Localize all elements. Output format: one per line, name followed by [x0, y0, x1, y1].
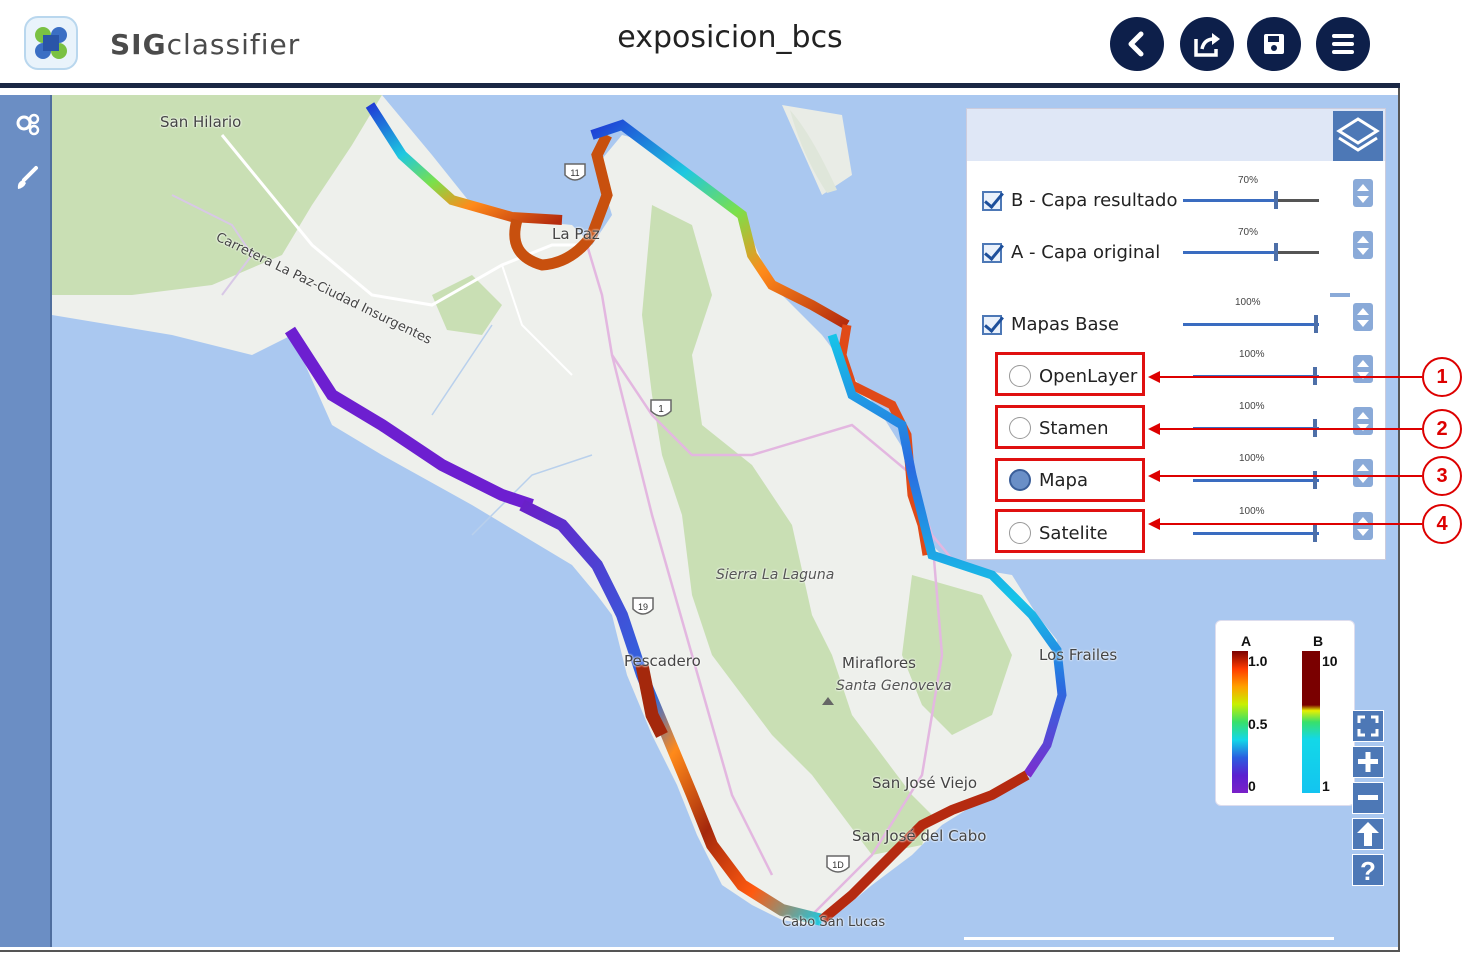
menu-button[interactable]	[1316, 17, 1370, 71]
help-button[interactable]: ?	[1352, 854, 1384, 886]
layer-a-opacity-pct: 70%	[1238, 227, 1259, 238]
highway-shield-icon: 11	[564, 163, 586, 181]
layers-toggle-button[interactable]	[1333, 111, 1383, 161]
zoom-in-icon	[1358, 752, 1378, 772]
layer-b-checkbox[interactable]	[982, 191, 1002, 211]
left-toolbar	[0, 95, 52, 947]
legend-a-title: A	[1241, 633, 1252, 649]
map-label-miraflores: Miraflores	[842, 654, 916, 672]
layer-a-opacity-thumb[interactable]	[1274, 243, 1278, 261]
zoom-out-icon	[1358, 795, 1378, 800]
color-legend: A B 1.0 0.5 0 10 1	[1215, 620, 1355, 806]
map-label-san-jose-del-cabo: San José del Cabo	[852, 827, 987, 845]
highway-shield-icon: 1	[650, 399, 672, 417]
north-button[interactable]	[1352, 818, 1384, 850]
base-maps-reorder-button[interactable]	[1353, 303, 1373, 331]
base-maps-checkbox[interactable]	[982, 315, 1002, 335]
base-maps-label: Mapas Base	[1011, 314, 1119, 335]
layer-b-opacity-track[interactable]	[1183, 199, 1319, 202]
legend-a-min: 0	[1248, 778, 1256, 794]
zoom-in-button[interactable]	[1352, 746, 1384, 778]
callout-arrows	[1148, 371, 1422, 530]
layers-icon	[1336, 117, 1380, 152]
layer-b-label: B - Capa resultado	[1011, 190, 1178, 211]
scroll-bar[interactable]	[964, 937, 1334, 940]
fullscreen-icon	[1357, 715, 1379, 737]
base-maps-opacity-track[interactable]	[1183, 323, 1319, 326]
highway-label-1: 1	[658, 404, 664, 415]
callout-box-openlayer	[995, 352, 1145, 396]
layer-b-opacity-thumb[interactable]	[1274, 191, 1278, 209]
brush-icon[interactable]	[14, 165, 40, 191]
north-arrow-icon	[1357, 822, 1379, 846]
back-icon	[1128, 31, 1144, 57]
app-logo	[24, 16, 78, 70]
map-label-san-hilario: San Hilario	[160, 113, 242, 131]
map-label-los-frailes: Los Frailes	[1039, 646, 1118, 664]
layer-a-opacity-track[interactable]	[1183, 251, 1319, 254]
callout-number-4: 4	[1422, 504, 1462, 544]
base-maps-opacity-thumb[interactable]	[1314, 315, 1318, 333]
legend-b-title: B	[1313, 633, 1324, 649]
svg-text:?: ?	[1360, 856, 1376, 885]
legend-a-bar	[1232, 651, 1248, 793]
map-label-cabo: Cabo San Lucas	[782, 915, 886, 930]
map-label-san-jose-viejo: San José Viejo	[872, 774, 978, 792]
save-icon	[1264, 34, 1284, 54]
layer-a-label: A - Capa original	[1011, 242, 1161, 263]
highway-label-11: 11	[570, 168, 579, 178]
layer-b-reorder-button[interactable]	[1353, 179, 1373, 207]
callout-box-satelite	[995, 509, 1145, 553]
highway-label-1d: 1D	[832, 860, 844, 870]
map-label-pescadero: Pescadero	[624, 652, 701, 670]
page-title: exposicion_bcs	[617, 20, 843, 55]
gears-icon[interactable]	[14, 111, 40, 137]
callout-number-3: 3	[1422, 456, 1462, 496]
peak-icon	[822, 697, 834, 705]
layer-b-opacity-pct: 70%	[1238, 175, 1259, 186]
highway-shield-icon: 1D	[826, 855, 850, 873]
legend-b-bar	[1302, 651, 1320, 793]
fullscreen-button[interactable]	[1352, 710, 1384, 742]
help-icon: ?	[1360, 856, 1376, 886]
zoom-out-button[interactable]	[1352, 782, 1384, 814]
layer-a-checkbox[interactable]	[982, 243, 1002, 263]
callout-box-mapa	[995, 458, 1145, 502]
highway-shield-icon: 19	[632, 597, 654, 615]
brand-name: SIGclassifier	[110, 28, 301, 61]
layer-a-reorder-button[interactable]	[1353, 231, 1373, 259]
layers-panel-header	[967, 109, 1385, 161]
save-button[interactable]	[1247, 17, 1301, 71]
layer-row-base: Mapas Base 100%	[967, 293, 1385, 345]
highway-label-19: 19	[638, 602, 648, 612]
header-bar: SIGclassifier exposicion_bcs	[0, 0, 1400, 88]
layer-row-b: B - Capa resultado 70%	[967, 175, 1385, 221]
export-button[interactable]	[1180, 17, 1234, 71]
legend-b-max: 10	[1322, 653, 1338, 669]
layer-row-a: A - Capa original 70%	[967, 227, 1385, 273]
map-label-la-paz: La Paz	[552, 225, 600, 243]
export-icon	[1194, 33, 1220, 57]
base-maps-opacity-pct: 100%	[1235, 297, 1261, 308]
legend-a-mid: 0.5	[1248, 716, 1268, 732]
map-label-santa-genoveva: Santa Genoveva	[836, 678, 952, 694]
map-label-sierra: Sierra La Laguna	[716, 567, 835, 583]
callout-box-stamen	[995, 405, 1145, 449]
legend-b-min: 1	[1322, 778, 1330, 794]
callout-number-2: 2	[1422, 409, 1462, 449]
back-button[interactable]	[1110, 17, 1164, 71]
callout-number-1: 1	[1422, 357, 1462, 397]
menu-icon	[1332, 34, 1354, 54]
collapse-bar[interactable]	[1330, 293, 1350, 297]
legend-a-max: 1.0	[1248, 653, 1268, 669]
